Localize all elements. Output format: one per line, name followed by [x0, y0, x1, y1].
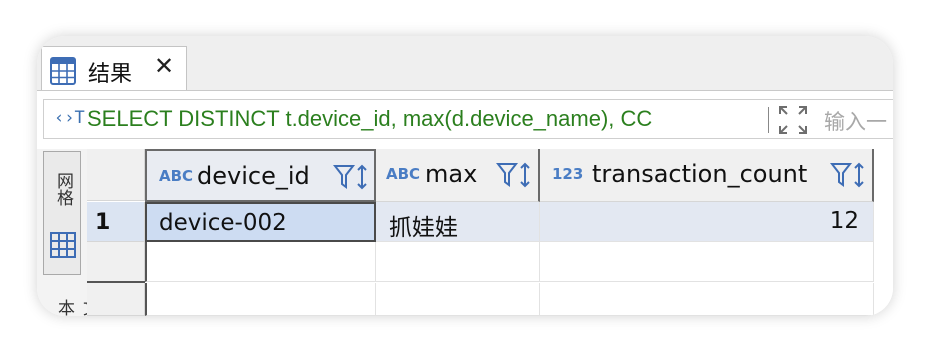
filter-input[interactable]: 输入一: [824, 106, 887, 136]
string-type-icon: ABC: [159, 167, 194, 185]
empty-cell: [540, 283, 874, 316]
grid-view-label: 网格: [53, 172, 73, 206]
tab-bar: 结果 ✕: [37, 36, 893, 91]
empty-cell: [376, 283, 540, 316]
grid-corner[interactable]: [87, 149, 145, 201]
filter-sort-icon[interactable]: [332, 163, 369, 195]
string-type-icon: ABC: [386, 165, 421, 183]
table-cell[interactable]: 抓娃娃: [376, 202, 540, 242]
cell-value: 抓娃娃: [389, 215, 458, 241]
column-header-transaction-count[interactable]: 123 transaction_count: [540, 149, 874, 202]
filter-sort-icon[interactable]: [495, 161, 532, 193]
empty-cell: [145, 283, 376, 316]
query-text[interactable]: SELECT DISTINCT t.device_id, max(d.devic…: [87, 106, 765, 132]
close-icon[interactable]: ✕: [154, 54, 174, 78]
result-grid: ABC device_id ABC max 123 transaction_co…: [87, 149, 893, 316]
column-label: device_id: [197, 162, 310, 190]
row-number-empty: [87, 242, 145, 282]
filter-sort-icon[interactable]: [829, 161, 866, 193]
empty-cell: [145, 242, 376, 282]
column-label: max: [425, 160, 478, 188]
table-cell[interactable]: device-002: [145, 202, 376, 242]
expand-icon[interactable]: [777, 104, 809, 140]
cell-value: 12: [829, 208, 859, 234]
table-cell[interactable]: 12: [540, 202, 874, 242]
tab-results-label: 结果: [88, 62, 133, 87]
query-divider: [768, 107, 769, 133]
grid-view-tab[interactable]: 网格: [43, 151, 81, 275]
row-number-empty: [87, 283, 145, 316]
column-header-max[interactable]: ABC max: [376, 149, 540, 202]
row-number-label: 1: [95, 210, 111, 235]
empty-cell: [540, 242, 874, 282]
number-type-icon: 123: [552, 165, 584, 183]
cell-value: device-002: [159, 210, 287, 236]
column-header-device-id[interactable]: ABC device_id: [145, 149, 376, 202]
row-number[interactable]: 1: [87, 202, 145, 242]
sql-text-icon: ‹›T: [54, 108, 85, 128]
table-icon: [50, 57, 76, 89]
results-panel: 结果 ✕ ‹›T SELECT DISTINCT t.device_id, ma…: [37, 36, 893, 316]
view-mode-strip: 网格 文本: [37, 149, 99, 316]
empty-cell: [376, 242, 540, 282]
query-box[interactable]: ‹›T SELECT DISTINCT t.device_id, max(d.d…: [43, 99, 893, 139]
tab-results[interactable]: 结果 ✕: [41, 46, 187, 90]
column-label: transaction_count: [592, 160, 808, 188]
query-bar: ‹›T SELECT DISTINCT t.device_id, max(d.d…: [37, 91, 893, 149]
grid-icon: [50, 232, 76, 262]
